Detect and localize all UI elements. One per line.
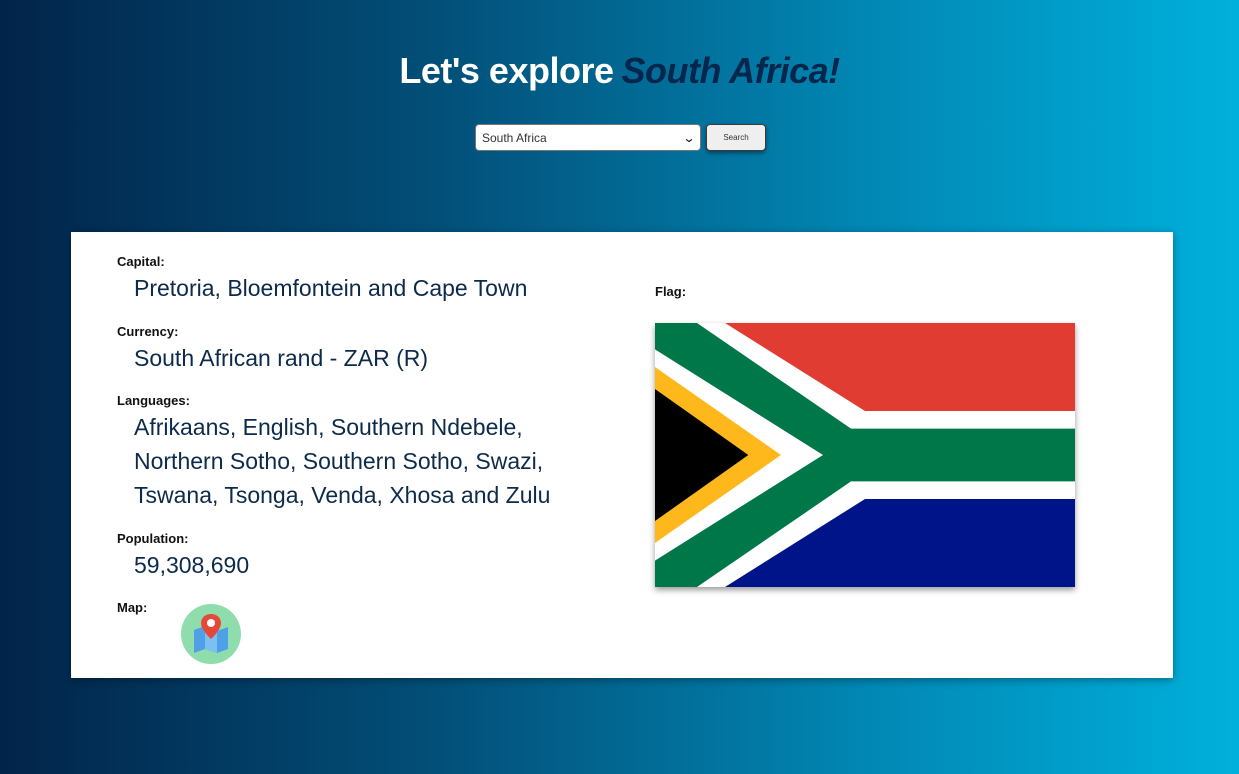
title-prefix: Let's explore bbox=[399, 50, 614, 91]
chevron-down-icon: ⌄ bbox=[682, 130, 696, 145]
search-button[interactable]: Search bbox=[706, 124, 766, 151]
map-link-icon[interactable] bbox=[181, 604, 241, 664]
title-country-name: South Africa! bbox=[621, 50, 840, 91]
country-info-card: Capital: Pretoria, Bloemfontein and Cape… bbox=[71, 232, 1173, 678]
languages-label: Languages: bbox=[117, 393, 190, 408]
languages-value-line-2: Northern Sotho, Southern Sotho, Swazi, bbox=[134, 448, 544, 474]
population-value: 59,308,690 bbox=[134, 552, 250, 578]
capital-value: Pretoria, Bloemfontein and Cape Town bbox=[134, 275, 528, 301]
languages-value-line-3: Tswana, Tsonga, Venda, Xhosa and Zulu bbox=[134, 482, 551, 508]
flag-label: Flag: bbox=[655, 284, 687, 299]
map-label: Map: bbox=[117, 600, 148, 615]
languages-value-line-1: Afrikaans, English, Southern Ndebele, bbox=[134, 414, 523, 440]
map-pin-icon bbox=[194, 614, 228, 653]
page-title: Let's explore South Africa! bbox=[0, 50, 1239, 92]
south-africa-flag bbox=[655, 323, 1075, 587]
country-select[interactable]: South Africa ⌄ bbox=[475, 124, 701, 151]
country-select-value: South Africa bbox=[482, 130, 547, 145]
currency-value: South African rand - ZAR (R) bbox=[134, 345, 428, 371]
population-label: Population: bbox=[117, 531, 189, 546]
capital-label: Capital: bbox=[117, 254, 165, 269]
search-bar: South Africa ⌄ Search bbox=[475, 124, 766, 151]
currency-label: Currency: bbox=[117, 324, 179, 339]
flag-image bbox=[655, 323, 1075, 587]
